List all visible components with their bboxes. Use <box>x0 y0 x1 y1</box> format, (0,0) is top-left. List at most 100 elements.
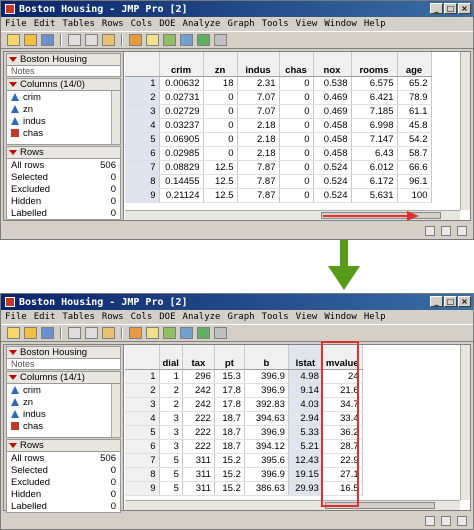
table-cell[interactable]: 7.147 <box>351 132 398 147</box>
table-cell[interactable]: 0.14455 <box>159 174 204 189</box>
table-cell[interactable]: 18 <box>203 76 238 91</box>
table-cell[interactable]: 61.1 <box>397 104 432 119</box>
status-icon[interactable] <box>425 515 435 526</box>
table-cell[interactable]: 0 <box>203 118 238 133</box>
status-icon[interactable] <box>441 515 451 526</box>
table-row[interactable]: 9 0.21124 12.5 7.87 0 0.524 5.631 100 <box>125 188 432 203</box>
table-cell[interactable]: 0 <box>279 104 314 119</box>
row-number[interactable]: 6 <box>125 439 160 454</box>
table-cell[interactable]: 27.1 <box>322 467 363 482</box>
distribution-icon[interactable] <box>180 34 193 46</box>
table-cell[interactable]: 6.575 <box>351 76 398 91</box>
menu-file[interactable]: File <box>5 312 27 322</box>
menu-doe[interactable]: DOE <box>159 312 175 322</box>
table-cell[interactable]: 100 <box>397 188 432 203</box>
table-cell[interactable]: 24 <box>322 369 363 384</box>
maximize-button[interactable]: □ <box>444 296 457 307</box>
table-cell[interactable]: 2.18 <box>237 132 280 147</box>
table-cell[interactable]: 7.87 <box>237 160 280 175</box>
table-icon[interactable] <box>146 327 159 339</box>
table-cell[interactable]: 17.8 <box>214 383 245 398</box>
table-cell[interactable]: 3 <box>159 439 183 454</box>
open-icon[interactable] <box>24 34 37 46</box>
table-cell[interactable]: 0.458 <box>313 132 352 147</box>
table-cell[interactable]: 2 <box>159 383 183 398</box>
red-triangle-icon[interactable] <box>9 375 17 380</box>
table-cell[interactable]: 0.02731 <box>159 90 204 105</box>
table-cell[interactable]: 17.8 <box>214 397 245 412</box>
table-cell[interactable]: 0 <box>203 132 238 147</box>
columns-scrollbar[interactable] <box>111 91 120 144</box>
cut-icon[interactable] <box>68 34 81 46</box>
red-triangle-icon[interactable] <box>9 82 17 87</box>
table-cell[interactable]: 19.15 <box>288 467 323 482</box>
tree-icon[interactable] <box>163 34 176 46</box>
table-cell[interactable]: 392.83 <box>244 397 289 412</box>
table-cell[interactable]: 396.9 <box>244 369 289 384</box>
table-row[interactable]: 3 2 242 17.8 392.83 4.03 34.7 <box>125 397 363 412</box>
table-cell[interactable]: 7.87 <box>237 174 280 189</box>
distribution-icon[interactable] <box>180 327 193 339</box>
column-item[interactable]: zn <box>7 103 120 115</box>
red-triangle-icon[interactable] <box>9 150 17 155</box>
row-number[interactable]: 2 <box>125 383 160 398</box>
table-cell[interactable]: 15.2 <box>214 481 245 496</box>
table-cell[interactable]: 7.07 <box>237 104 280 119</box>
table-cell[interactable]: 311 <box>182 453 215 468</box>
table-cell[interactable]: 6.43 <box>351 146 398 161</box>
column-item[interactable]: chas <box>7 127 120 139</box>
table-cell[interactable]: 12.43 <box>288 453 323 468</box>
table-row[interactable]: 8 5 311 15.2 396.9 19.15 27.1 <box>125 467 363 482</box>
menu-cols[interactable]: Cols <box>131 19 153 29</box>
column-item[interactable]: indus <box>7 115 120 127</box>
table-cell[interactable]: 5.21 <box>288 439 323 454</box>
table-cell[interactable]: 18.7 <box>214 439 245 454</box>
table-cell[interactable]: 0.02729 <box>159 104 204 119</box>
column-header-nox[interactable]: nox <box>313 52 352 77</box>
table-cell[interactable]: 0 <box>203 90 238 105</box>
table-cell[interactable]: 2.94 <box>288 411 323 426</box>
table-cell[interactable]: 0 <box>279 90 314 105</box>
table-row[interactable]: 7 5 311 15.2 395.6 12.43 22.9 <box>125 453 363 468</box>
table-cell[interactable]: 22.9 <box>322 453 363 468</box>
column-header-indus[interactable]: indus <box>237 52 280 77</box>
row-number[interactable]: 8 <box>125 174 160 189</box>
table-row[interactable]: 5 3 222 18.7 396.9 5.33 36.2 <box>125 425 363 440</box>
new-table-icon[interactable] <box>7 327 20 339</box>
column-item[interactable]: chas <box>7 420 120 432</box>
column-header-age[interactable]: age <box>397 52 432 77</box>
edit-icon[interactable] <box>214 327 227 339</box>
table-cell[interactable]: 311 <box>182 481 215 496</box>
row-number[interactable]: 4 <box>125 411 160 426</box>
table-cell[interactable]: 7.185 <box>351 104 398 119</box>
maximize-button[interactable]: □ <box>444 3 457 14</box>
table-cell[interactable]: 5 <box>159 481 183 496</box>
paste-icon[interactable] <box>102 34 115 46</box>
columns-header[interactable]: Columns (14/0) <box>6 78 121 91</box>
table-cell[interactable]: 66.6 <box>397 160 432 175</box>
new-table-icon[interactable] <box>7 34 20 46</box>
row-number[interactable]: 1 <box>125 369 160 384</box>
table-cell[interactable]: 394.63 <box>244 411 289 426</box>
table-cell[interactable]: 0 <box>279 132 314 147</box>
menu-edit[interactable]: Edit <box>34 19 56 29</box>
table-row[interactable]: 1 1 296 15.3 396.9 4.98 24 <box>125 369 363 384</box>
table-row[interactable]: 8 0.14455 12.5 7.87 0 0.524 6.172 96.1 <box>125 174 432 189</box>
columns-header[interactable]: Columns (14/1) <box>6 371 121 384</box>
menu-rows[interactable]: Rows <box>102 19 124 29</box>
status-icon[interactable] <box>457 515 467 526</box>
arrow-icon[interactable] <box>197 327 210 339</box>
table-cell[interactable]: 5.631 <box>351 188 398 203</box>
menu-tools[interactable]: Tools <box>262 312 289 322</box>
table-cell[interactable]: 0 <box>203 104 238 119</box>
row-number[interactable]: 8 <box>125 467 160 482</box>
table-cell[interactable]: 0 <box>279 76 314 91</box>
column-header-rooms[interactable]: rooms <box>351 52 398 77</box>
table-cell[interactable]: 18.7 <box>214 425 245 440</box>
table-cell[interactable]: 6.421 <box>351 90 398 105</box>
data-grid-icon[interactable] <box>129 327 142 339</box>
table-name-header[interactable]: Boston Housing <box>6 53 121 66</box>
rows-header[interactable]: Rows <box>6 439 121 452</box>
open-icon[interactable] <box>24 327 37 339</box>
table-cell[interactable]: 65.2 <box>397 76 432 91</box>
